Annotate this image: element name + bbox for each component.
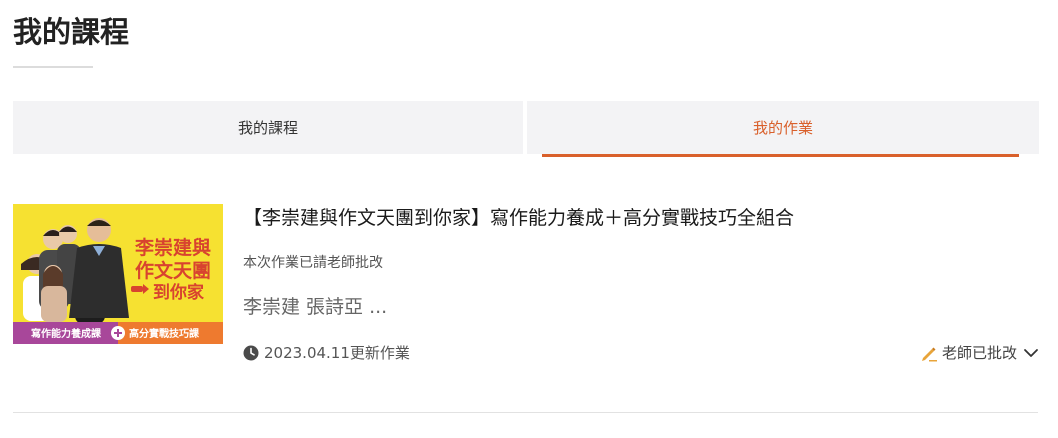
graded-toggle[interactable]: 老師已批改: [920, 343, 1039, 363]
tab-label: 我的作業: [752, 119, 813, 137]
update-date: 2023.04.11更新作業: [264, 344, 410, 362]
title-underline: [13, 66, 93, 68]
pencil-icon: [921, 347, 937, 362]
update-info: 2023.04.11更新作業: [243, 343, 410, 363]
thumbnail-headline-2: 作文天團: [135, 259, 211, 282]
thumbnail-banner-right: 高分實戰技巧課: [129, 327, 199, 340]
graded-label: 老師已批改: [941, 344, 1017, 362]
thumbnail-artwork: 李崇建與 作文天團 到你家 寫作能力養成課 高分實戰技巧課: [13, 204, 223, 344]
thumbnail-headline-3: 到你家: [153, 282, 204, 303]
clock-icon: [243, 345, 259, 361]
course-teachers: 李崇建 張詩亞 ...: [243, 296, 388, 318]
course-thumbnail[interactable]: 李崇建與 作文天團 到你家 寫作能力養成課 高分實戰技巧課: [13, 204, 223, 344]
thumbnail-banner-left: 寫作能力養成課: [31, 327, 101, 340]
assignment-status: 本次作業已請老師批改: [243, 255, 383, 271]
thumbnail-headline-1: 李崇建與: [134, 236, 211, 259]
tab-my-assignments[interactable]: 我的作業: [527, 101, 1039, 154]
active-tab-indicator: [542, 154, 1019, 157]
course-title[interactable]: 【李崇建與作文天團到你家】寫作能力養成＋高分實戰技巧全組合: [243, 204, 794, 232]
list-divider: [13, 412, 1038, 413]
chevron-down-icon[interactable]: [1023, 345, 1039, 361]
tab-my-courses[interactable]: 我的課程: [13, 101, 523, 154]
tab-label: 我的課程: [237, 119, 298, 137]
page-title: 我的課程: [13, 15, 130, 49]
